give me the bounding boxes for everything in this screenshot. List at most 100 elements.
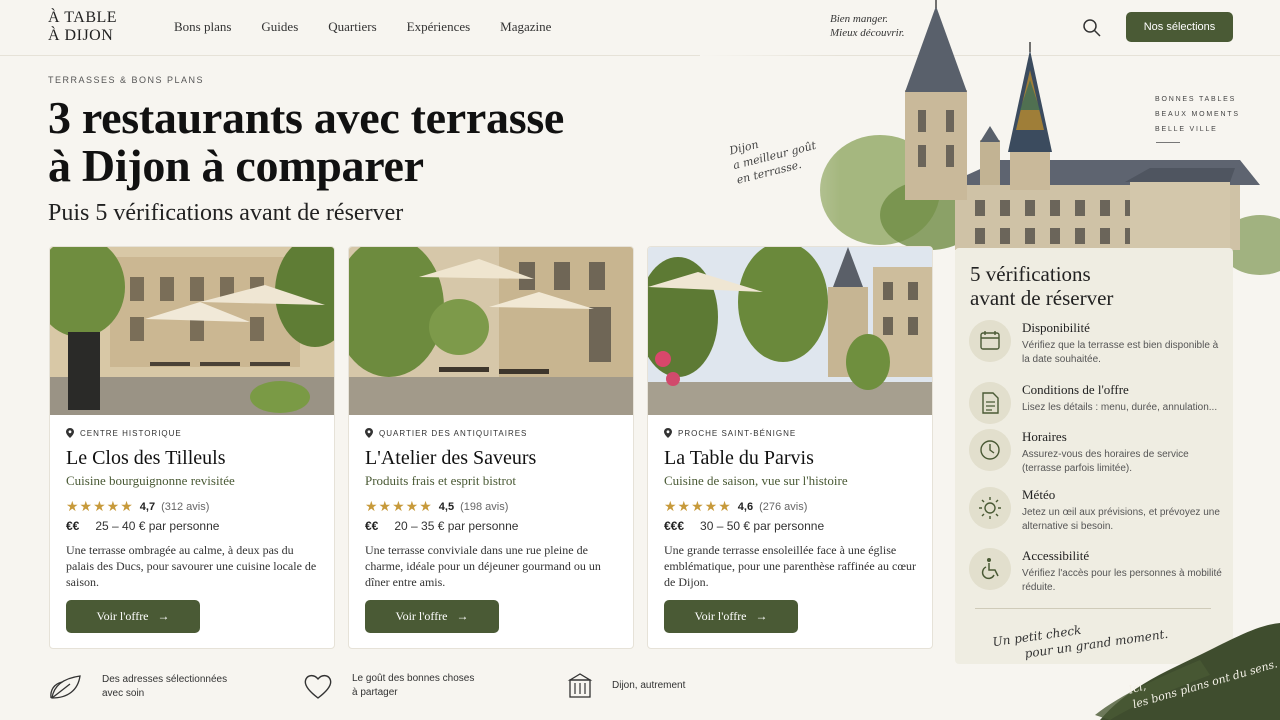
restaurant-cuisine: Cuisine de saison, vue sur l'histoire — [664, 473, 848, 488]
checklist-item-text: Jetez un œil aux prévisions, et prévoyez… — [1022, 507, 1220, 532]
title-line-2: à Dijon à comparer — [48, 140, 424, 191]
arrow-right-icon: → — [450, 609, 469, 623]
clock-icon — [969, 429, 1011, 471]
checklist-item-title: Horaires — [1022, 429, 1067, 444]
price-range: 25 – 40 € par personne — [95, 519, 220, 533]
restaurant-card: CENTRE HISTORIQUE Le Clos des Tilleuls C… — [49, 246, 335, 649]
accessibility-icon — [969, 548, 1011, 590]
logo-line-2: À DIJON — [48, 27, 114, 44]
feature-partage: Le goût des bonnes choses à partager — [302, 672, 474, 700]
feature-text-line-1: Des adresses sélectionnées — [102, 674, 228, 685]
checklist-title-line-1: 5 vérifications — [970, 262, 1091, 286]
restaurant-cuisine: Produits frais et esprit bistrot — [365, 473, 516, 488]
checklist-title: 5 vérifications avant de réserver — [970, 262, 1113, 310]
review-count: (276 avis) — [759, 500, 808, 513]
feature-text-line-1: Le goût des bonnes choses — [352, 673, 475, 684]
page-title: 3 restaurants avec terrasse à Dijon à co… — [48, 94, 688, 190]
restaurant-price: €€€ 30 – 50 € par personne — [664, 519, 824, 533]
restaurant-photo[interactable] — [648, 247, 933, 415]
restaurant-name: Le Clos des Tilleuls — [66, 447, 226, 469]
document-icon — [969, 382, 1011, 424]
nav-item-bons-plans[interactable]: Bons plans — [174, 19, 231, 35]
feature-text: Dijon, autrement — [612, 679, 685, 693]
restaurant-description: Une terrasse conviviale dans une rue ple… — [365, 543, 601, 589]
restaurant-photo[interactable] — [349, 247, 634, 415]
card-location: QUARTIER DES ANTIQUITAIRES — [365, 428, 527, 438]
checklist-item-title: Accessibilité — [1022, 548, 1090, 563]
side-divider — [1156, 142, 1180, 143]
checklist-item-text: Assurez-vous des horaires de service (te… — [1022, 449, 1189, 474]
location-pin-icon — [664, 428, 672, 438]
page-subtitle: Puis 5 vérifications avant de réserver — [48, 200, 404, 226]
arrow-right-icon: → — [749, 609, 768, 623]
nav-item-experiences[interactable]: Expériences — [407, 19, 471, 35]
main-nav: Bons plans Guides Quartiers Expériences … — [174, 19, 551, 35]
site-logo[interactable]: À TABLE À DIJON — [48, 9, 117, 45]
checklist-item-text: Vérifiez l'accès pour les personnes à mo… — [1022, 568, 1222, 593]
voir-offre-button[interactable]: Voir l'offre → — [66, 600, 200, 633]
price-symbol: €€ — [66, 519, 80, 533]
restaurant-card: PROCHE SAINT-BÉNIGNE La Table du Parvis … — [647, 246, 933, 649]
restaurant-description: Une terrasse ombragée au calme, à deux p… — [66, 543, 317, 589]
feature-text: Des adresses sélectionnées avec soin — [102, 673, 227, 701]
price-symbol: €€€ — [664, 519, 685, 533]
location-pin-icon — [66, 428, 74, 438]
side-words: BONNES TABLES BEAUX MOMENTS BELLE VILLE — [1155, 92, 1240, 137]
checklist-divider — [975, 608, 1211, 609]
rating-score: 4,6 — [737, 500, 754, 513]
checklist-title-line-2: avant de réserver — [970, 286, 1114, 310]
feature-text-line-2: avec soin — [102, 688, 145, 699]
location-label: CENTRE HISTORIQUE — [80, 428, 182, 438]
heart-icon — [304, 674, 332, 699]
button-label: Voir l'offre — [395, 609, 448, 623]
feature-text: Le goût des bonnes choses à partager — [352, 672, 474, 700]
checklist-item-title: Conditions de l'offre — [1022, 382, 1129, 397]
title-line-1: 3 restaurants avec terrasse — [48, 92, 565, 143]
nav-item-quartiers[interactable]: Quartiers — [328, 19, 376, 35]
restaurant-rating: ★★★★★ 4,6 (276 avis) — [664, 498, 807, 515]
side-word-3: BELLE VILLE — [1155, 126, 1218, 133]
restaurant-description: Une grande terrasse ensoleillée face à u… — [664, 543, 916, 589]
checklist-panel: 5 vérifications avant de réserver Dispon… — [955, 248, 1233, 664]
price-symbol: €€ — [365, 519, 379, 533]
button-label: Voir l'offre — [694, 609, 747, 623]
price-range: 20 – 35 € par personne — [394, 519, 519, 533]
restaurant-rating: ★★★★★ 4,7 (312 avis) — [66, 498, 209, 515]
nav-item-guides[interactable]: Guides — [261, 19, 298, 35]
logo-line-1: À TABLE — [48, 9, 118, 26]
rating-score: 4,7 — [139, 500, 156, 513]
star-rating-icon: ★★★★★ — [365, 498, 433, 514]
checklist-item-text: Lisez les détails : menu, durée, annulat… — [1022, 402, 1218, 413]
side-word-1: BONNES TABLES — [1155, 96, 1237, 103]
location-label: PROCHE SAINT-BÉNIGNE — [678, 428, 797, 438]
star-rating-icon: ★★★★★ — [66, 498, 134, 514]
restaurant-cuisine: Cuisine bourguignonne revisitée — [66, 473, 235, 488]
review-count: (312 avis) — [161, 500, 210, 513]
voir-offre-button[interactable]: Voir l'offre → — [365, 600, 499, 633]
voir-offre-button[interactable]: Voir l'offre → — [664, 600, 798, 633]
sun-icon — [969, 487, 1011, 529]
feature-text-line-2: à partager — [352, 687, 398, 698]
restaurant-name: L'Atelier des Saveurs — [365, 447, 537, 469]
rating-score: 4,5 — [438, 500, 455, 513]
feature-dijon: Dijon, autrement — [566, 672, 685, 700]
restaurant-photo[interactable] — [50, 247, 335, 415]
card-location: CENTRE HISTORIQUE — [66, 428, 182, 438]
location-pin-icon — [365, 428, 373, 438]
feature-selection: Des adresses sélectionnées avec soin — [48, 672, 227, 702]
card-location: PROCHE SAINT-BÉNIGNE — [664, 428, 796, 438]
restaurant-price: €€ 20 – 35 € par personne — [365, 519, 518, 533]
calendar-icon — [969, 320, 1011, 362]
button-label: Voir l'offre — [96, 609, 149, 623]
checklist-item-title: Disponibilité — [1022, 320, 1090, 335]
star-rating-icon: ★★★★★ — [664, 498, 732, 514]
monument-icon — [567, 673, 593, 698]
price-range: 30 – 50 € par personne — [700, 519, 825, 533]
leaf-icon — [50, 675, 81, 699]
nav-item-magazine[interactable]: Magazine — [500, 19, 551, 35]
restaurant-name: La Table du Parvis — [664, 447, 814, 469]
arrow-right-icon: → — [151, 609, 170, 623]
restaurant-card: QUARTIER DES ANTIQUITAIRES L'Atelier des… — [348, 246, 634, 649]
restaurant-rating: ★★★★★ 4,5 (198 avis) — [365, 498, 508, 515]
checklist-item-text: Vérifiez que la terrasse est bien dispon… — [1022, 340, 1219, 365]
